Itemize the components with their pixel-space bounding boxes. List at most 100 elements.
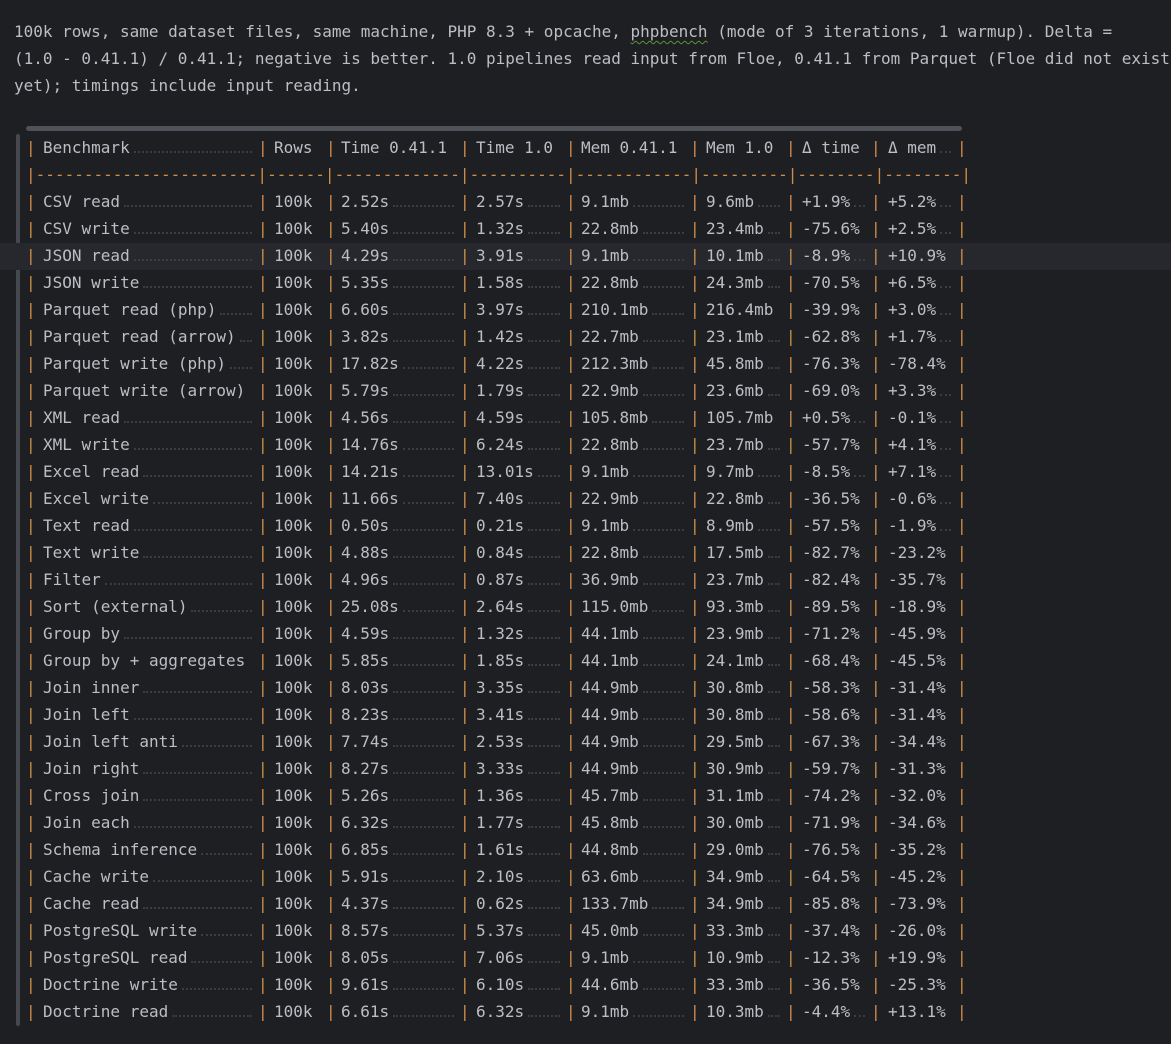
table-cell: 8.05s xyxy=(341,948,390,967)
column-pipe: | xyxy=(26,489,36,508)
table-cell: +0.5% xyxy=(802,408,851,427)
table-cell: 4.88s xyxy=(341,543,390,562)
column-pipe: | xyxy=(690,462,700,481)
column-pipe: | xyxy=(871,138,881,157)
column-pipe: | xyxy=(460,408,470,427)
whitespace-guide xyxy=(940,529,951,531)
column-pipe: | xyxy=(258,813,268,832)
column-pipe: | xyxy=(957,327,967,346)
column-pipe: | xyxy=(460,786,470,805)
column-pipe: | xyxy=(258,732,268,751)
column-pipe: | xyxy=(326,678,336,697)
intro-line-3: yet); timings include input reading. xyxy=(14,76,361,95)
column-pipe: | xyxy=(871,921,881,940)
column-pipe: | xyxy=(566,1002,576,1021)
whitespace-guide xyxy=(767,988,780,990)
column-pipe: | xyxy=(690,300,700,319)
table-cell: 9.1mb xyxy=(581,948,630,967)
column-pipe: | xyxy=(460,381,470,400)
table-cell: 23.7mb xyxy=(706,435,764,454)
column-pipe: | xyxy=(258,948,268,967)
table-cell: -0.1% xyxy=(888,408,937,427)
column-pipe: | xyxy=(460,948,470,967)
whitespace-guide xyxy=(940,151,951,153)
whitespace-guide xyxy=(104,583,252,585)
table-cell: 9.1mb xyxy=(581,192,630,211)
table-cell: 3.33s xyxy=(476,759,525,778)
column-pipe: | xyxy=(871,678,881,697)
column-pipe: | xyxy=(26,381,36,400)
column-pipe: | xyxy=(26,759,36,778)
table-cell: +4.1% xyxy=(888,435,937,454)
column-pipe: | xyxy=(258,705,268,724)
table-cell: Benchmark xyxy=(43,138,130,157)
column-pipe: | xyxy=(690,840,700,859)
table-cell: 4.29s xyxy=(341,246,390,265)
table-cell: 10.1mb xyxy=(706,246,764,265)
whitespace-guide xyxy=(642,772,684,774)
column-pipe: | xyxy=(460,705,470,724)
column-pipe: | xyxy=(326,651,336,670)
table-cell: -67.3% xyxy=(802,732,860,751)
table-cell: Mem 0.41.1 xyxy=(581,138,678,157)
table-cell: 100k xyxy=(274,894,313,913)
table-row: | | | | | | | | | PostgreSQL write 100k 8.57s 5.37s 4… xyxy=(0,917,1171,944)
table-cell: 5.85s xyxy=(341,651,390,670)
table-cell: 0.62s xyxy=(476,894,525,913)
column-pipe: | xyxy=(786,867,796,886)
table-cell: 100k xyxy=(274,597,313,616)
spellcheck-word[interactable]: phpbench xyxy=(631,22,708,41)
table-cell: 36.9mb xyxy=(581,570,639,589)
column-pipe: | xyxy=(460,273,470,292)
whitespace-guide xyxy=(393,907,454,909)
table-row: | | | | | | | | | Parquet read (php) 100k 6.60s 3.97… xyxy=(0,296,1171,323)
column-pipe: | xyxy=(786,840,796,859)
table-cell: 105.8mb xyxy=(581,408,649,427)
column-pipe: | xyxy=(566,300,576,319)
table-row: | | | | | | | | | Cross join 100k 5.26s 1.36s 45.7mb 3… xyxy=(0,782,1171,809)
column-pipe: | xyxy=(326,921,336,940)
whitespace-guide xyxy=(393,880,454,882)
column-pipe: | xyxy=(258,408,268,427)
column-pipe: | xyxy=(690,435,700,454)
whitespace-guide xyxy=(528,421,560,423)
table-cell: 44.8mb xyxy=(581,840,639,859)
table-cell: 22.7mb xyxy=(581,327,639,346)
horizontal-scrollbar[interactable] xyxy=(26,126,962,131)
column-pipe: | xyxy=(566,894,576,913)
table-cell: 24.1mb xyxy=(706,651,764,670)
column-pipe: | xyxy=(460,678,470,697)
column-pipe: | xyxy=(871,570,881,589)
column-pipe: | xyxy=(871,489,881,508)
whitespace-guide xyxy=(181,745,252,747)
table-cell: Sort (external) xyxy=(43,597,188,616)
table-cell: 22.8mb xyxy=(581,543,639,562)
column-pipe: | xyxy=(786,192,796,211)
whitespace-guide xyxy=(767,286,780,288)
whitespace-guide xyxy=(528,286,560,288)
whitespace-guide xyxy=(393,799,454,801)
whitespace-guide xyxy=(143,286,252,288)
column-pipe: | xyxy=(258,840,268,859)
whitespace-guide xyxy=(393,1015,454,1017)
table-cell: 100k xyxy=(274,408,313,427)
whitespace-guide xyxy=(758,205,780,207)
table-cell: 105.7mb xyxy=(706,408,774,427)
column-pipe: | xyxy=(258,597,268,616)
table-row: | | | | | | | | | Parquet write (php) 100k 17.82s 4.… xyxy=(0,350,1171,377)
whitespace-guide xyxy=(133,718,252,720)
table-row: | | | | | | | | | CSV write 100k 5.40s 1.32s 22.8mb 23… xyxy=(0,215,1171,242)
table-cell: 23.4mb xyxy=(706,219,764,238)
table-row: | | | | | | | | | PostgreSQL read 100k 8.05s 7.06s 9.… xyxy=(0,944,1171,971)
table-row: | | | | | | | | | XML write 100k 14.76s 6.24s 22.8mb 2… xyxy=(0,431,1171,458)
table-row: | | | | | | | | | Sort (external) 100k 25.08s 2.64s 1… xyxy=(0,593,1171,620)
column-pipe: | xyxy=(460,570,470,589)
table-cell: 100k xyxy=(274,840,313,859)
column-pipe: | xyxy=(690,624,700,643)
whitespace-guide xyxy=(402,475,454,477)
column-pipe: | xyxy=(566,813,576,832)
table-cell: -35.7% xyxy=(888,570,946,589)
table-cell: 30.8mb xyxy=(706,678,764,697)
table-cell: -69.0% xyxy=(802,381,860,400)
table-cell: -36.5% xyxy=(802,489,860,508)
